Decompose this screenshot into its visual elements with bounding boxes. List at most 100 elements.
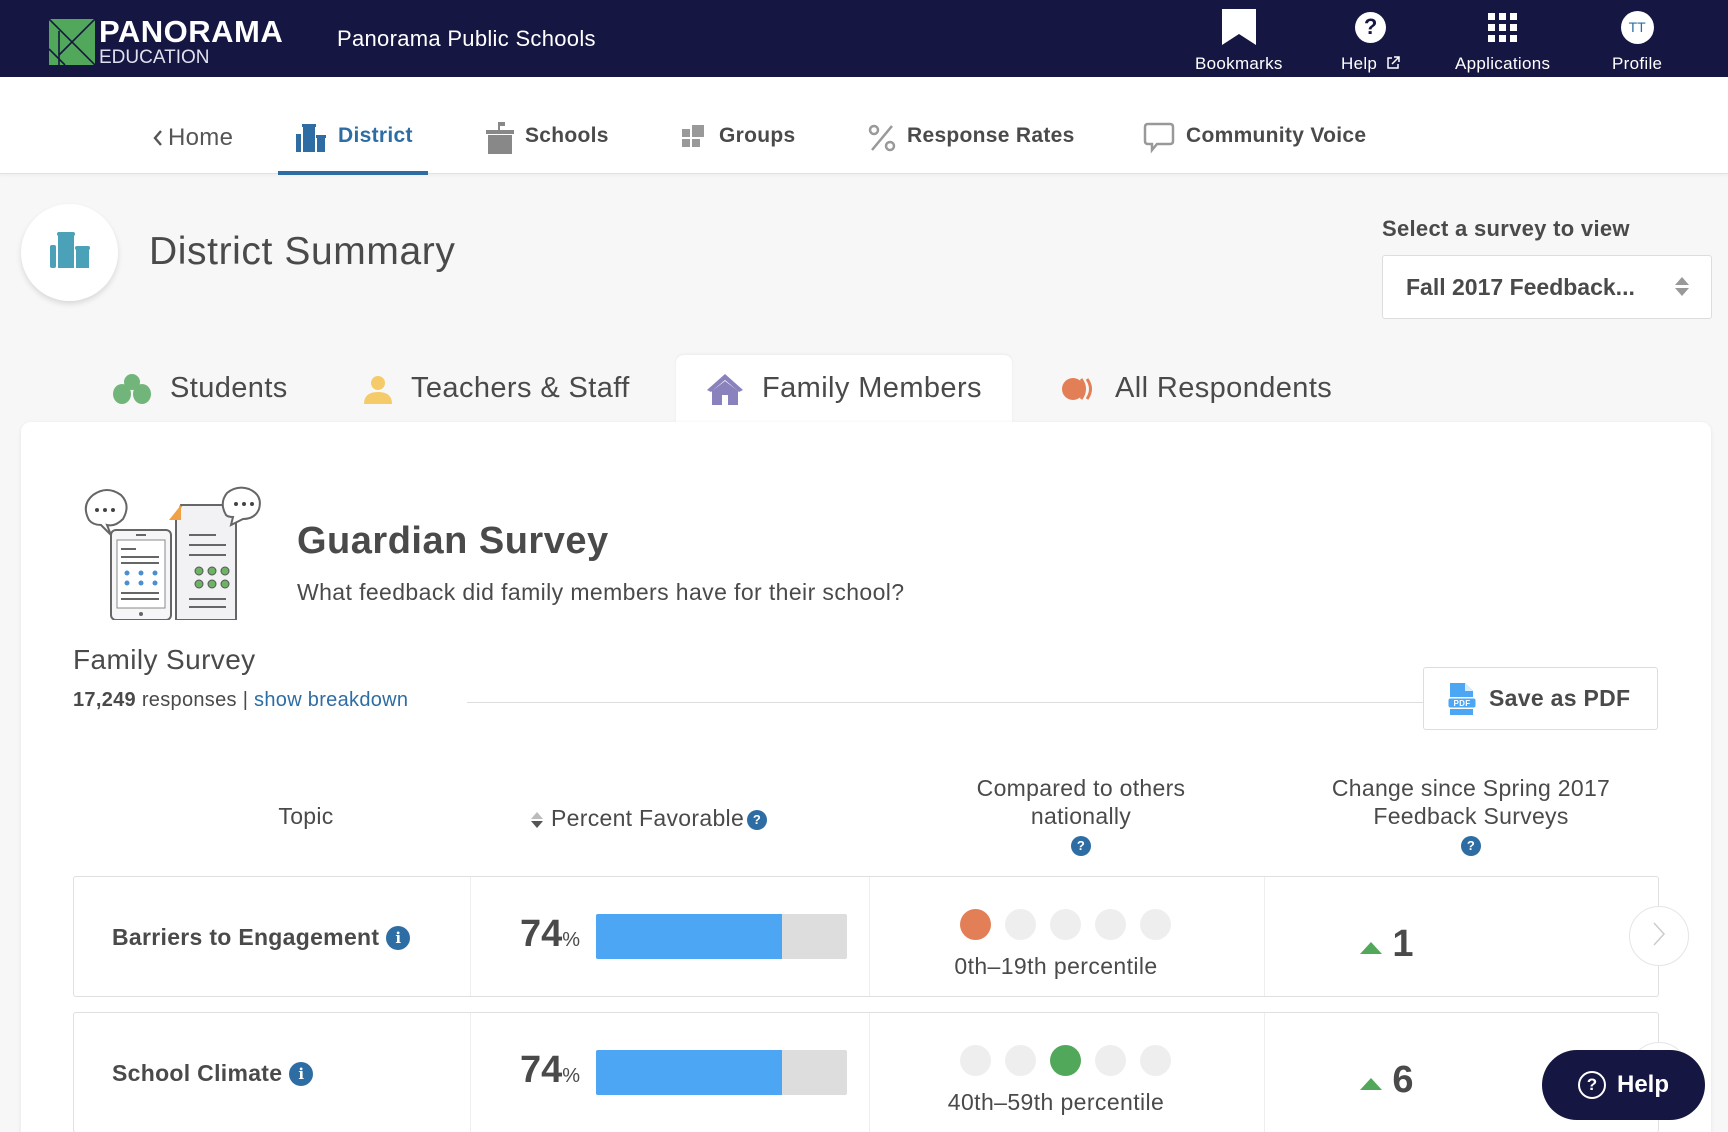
save-as-pdf-button[interactable]: PDF Save as PDF [1423,667,1658,730]
page-title: District Summary [149,230,456,273]
topic-name: School Climate i [112,1013,314,1132]
percent-favorable-value: 74% [520,913,581,955]
up-arrow-icon [1360,1077,1383,1090]
nav-groups[interactable]: Groups [682,124,795,174]
percentile-dot [960,909,991,940]
apps-grid-icon [1488,12,1518,42]
avatar: TT [1620,10,1654,44]
percentile-label: 40th–59th percentile [947,1089,1165,1115]
nav-district[interactable]: District [278,124,428,175]
district-name: Panorama Public Schools [337,26,596,51]
svg-text:PDF: PDF [1454,699,1471,708]
percentile-dot [1005,909,1036,940]
select-arrows-icon [1675,277,1689,296]
info-icon[interactable]: i [386,925,411,950]
percentile-dot [1140,909,1171,940]
students-icon [112,373,152,405]
help-label: Help [1341,54,1378,73]
nav-groups-label: Groups [719,124,796,147]
percentile-dot [1095,1045,1126,1076]
percentile-label: 0th–19th percentile [954,953,1158,979]
survey-select-label: Select a survey to view [1382,216,1630,241]
help-icon[interactable]: ? [1461,835,1481,856]
bookmark-icon [1221,6,1257,48]
table-row[interactable]: Barriers to Engagement i 74% 0th–19th per… [73,876,1689,998]
bookmarks-button[interactable]: Bookmarks [1195,6,1283,74]
tab-students[interactable]: Students [112,355,288,422]
topic-name: Barriers to Engagement i [112,877,411,998]
survey-select-value: Fall 2017 Feedback... [1406,273,1635,300]
header-compared-nationally: Compared to others nationally ? [921,774,1241,858]
survey-card: Guardian Survey What feedback did family… [21,422,1711,1132]
help-icon: ? [1577,1071,1606,1099]
survey-subtitle: What feedback did family members have fo… [297,579,905,605]
logo-secondary: EDUCATION [99,47,210,68]
nav-schools-label: Schools [525,124,609,147]
applications-button[interactable]: Applications [1455,6,1550,74]
up-arrow-icon [1360,941,1383,954]
sort-icon[interactable] [531,811,543,828]
percentile-dot [1140,1045,1171,1076]
logo-mark-icon [48,17,96,66]
survey-name: Family Survey [73,644,256,675]
nav-response-rates[interactable]: Response Rates [868,124,1075,174]
chevron-left-icon [152,124,164,152]
external-link-icon [1386,55,1400,75]
percent-favorable-bar [596,914,847,959]
panorama-logo[interactable]: PANORAMA EDUCATION [48,14,284,68]
profile-button[interactable]: TT Profile [1612,6,1662,74]
help-icon[interactable]: ? [747,809,768,830]
top-header: PANORAMA EDUCATION Panorama Public Schoo… [0,0,1728,77]
header-percent-favorable[interactable]: Percent Favorable? [531,804,768,832]
nav-home-label: Home [168,124,234,151]
speech-bubble-icon [1143,122,1175,154]
response-summary: 17,249 responses | show breakdown [73,689,408,712]
pdf-file-icon: PDF [1447,682,1477,715]
logo-primary: PANORAMA [99,14,284,49]
change-value: 1 [1312,923,1462,966]
teacher-icon [363,374,393,404]
tab-teachers-staff-label: Teachers & Staff [411,372,630,404]
bar-fill [596,1050,782,1095]
main-nav: Home District Schools Groups Response Ra… [0,77,1728,175]
nav-home[interactable]: Home [152,124,233,174]
show-breakdown-link[interactable]: show breakdown [254,689,408,711]
table-row[interactable]: School Climate i 74% 40th–59th percentile… [73,1012,1689,1132]
info-icon[interactable]: i [289,1061,314,1086]
row-expand-button[interactable] [1629,906,1689,966]
tab-family-members[interactable]: Family Members [676,355,1012,422]
percent-icon [868,124,896,152]
header-change-since: Change since Spring 2017 Feedback Survey… [1301,774,1641,858]
separator: | [242,689,249,711]
profile-label: Profile [1612,54,1663,73]
percentile-dot [1005,1045,1036,1076]
house-icon [706,373,744,405]
responses-word: responses [141,689,237,711]
tab-all-respondents-label: All Respondents [1115,372,1333,404]
survey-select[interactable]: Fall 2017 Feedback... [1382,255,1712,319]
tab-teachers-staff[interactable]: Teachers & Staff [363,355,630,422]
help-floating-button[interactable]: ? Help [1542,1050,1705,1120]
change-value: 6 [1312,1059,1462,1102]
nav-community-voice-label: Community Voice [1186,124,1367,147]
all-respondents-icon [1061,377,1097,401]
chevron-right-icon [1652,921,1666,952]
help-icon: ? [1355,11,1387,43]
percentile-dot [1095,909,1126,940]
nav-response-rates-label: Response Rates [907,124,1075,147]
help-icon[interactable]: ? [1071,835,1091,856]
tab-all-respondents[interactable]: All Respondents [1061,355,1332,422]
survey-illustration-icon [81,485,266,625]
percent-favorable-value: 74% [520,1049,581,1091]
bookmarks-label: Bookmarks [1195,54,1283,73]
percentile-dots [960,1045,1171,1076]
district-icon [49,232,91,273]
nav-schools[interactable]: Schools [486,122,609,174]
tab-students-label: Students [170,372,288,404]
nav-community-voice[interactable]: Community Voice [1143,122,1367,174]
response-count: 17,249 [73,689,136,711]
bar-fill [596,914,782,959]
groups-icon [682,124,708,152]
help-link[interactable]: ? Help [1341,6,1400,75]
percentile-dot [1050,1045,1081,1076]
